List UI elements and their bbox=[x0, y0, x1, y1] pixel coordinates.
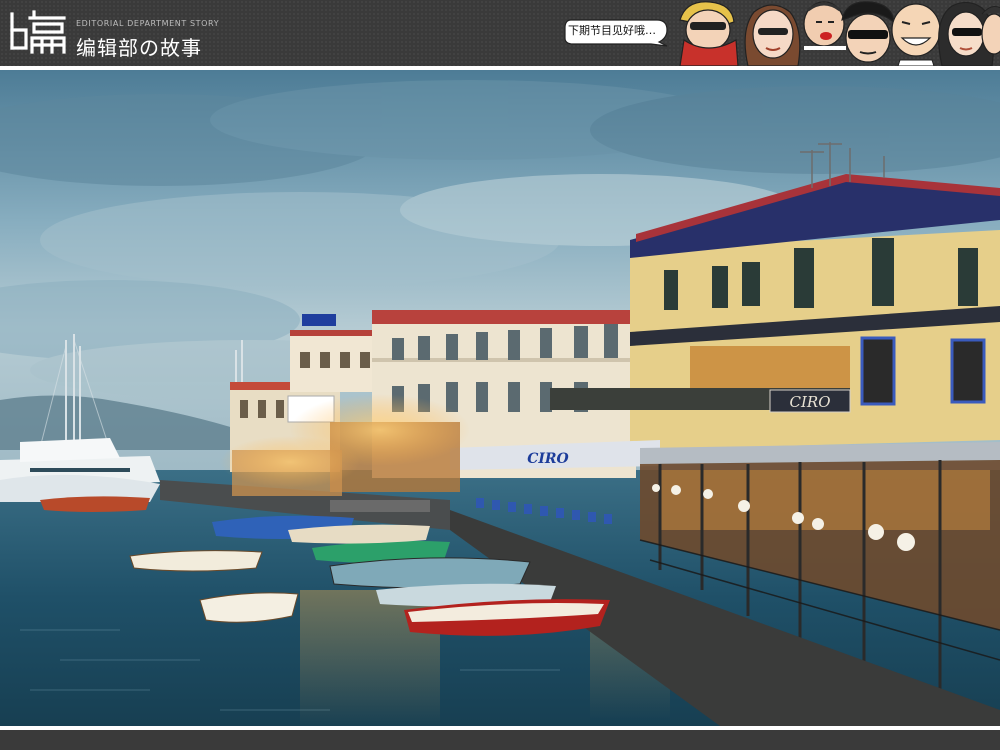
cafe-sign: CIRO bbox=[790, 393, 831, 411]
header-band: EDITORIAL DEPARTMENT STORY 编辑部の故事 下期节目见好… bbox=[0, 0, 1000, 66]
cartoon-face-3 bbox=[803, 1, 846, 50]
harbor-photo: CIRO CIRO bbox=[0, 70, 1000, 726]
cartoon-face-2 bbox=[744, 4, 801, 66]
cartoon-face-7 bbox=[981, 6, 1000, 55]
footer-band bbox=[0, 730, 1000, 750]
cartoon-face-1 bbox=[679, 1, 739, 66]
header-subcaption: EDITORIAL DEPARTMENT STORY bbox=[76, 19, 220, 28]
speech-text: 下期节目见好哦… bbox=[568, 24, 656, 37]
header-title: 编辑部の故事 bbox=[76, 36, 202, 60]
cartoon-team-icon bbox=[679, 1, 1000, 66]
awning-sign: CIRO bbox=[527, 451, 569, 467]
cartoon-face-4 bbox=[841, 1, 895, 63]
photo-frame: CIRO CIRO bbox=[0, 70, 1000, 726]
cartoon-face-5 bbox=[891, 3, 941, 66]
logo-icon bbox=[10, 10, 66, 54]
